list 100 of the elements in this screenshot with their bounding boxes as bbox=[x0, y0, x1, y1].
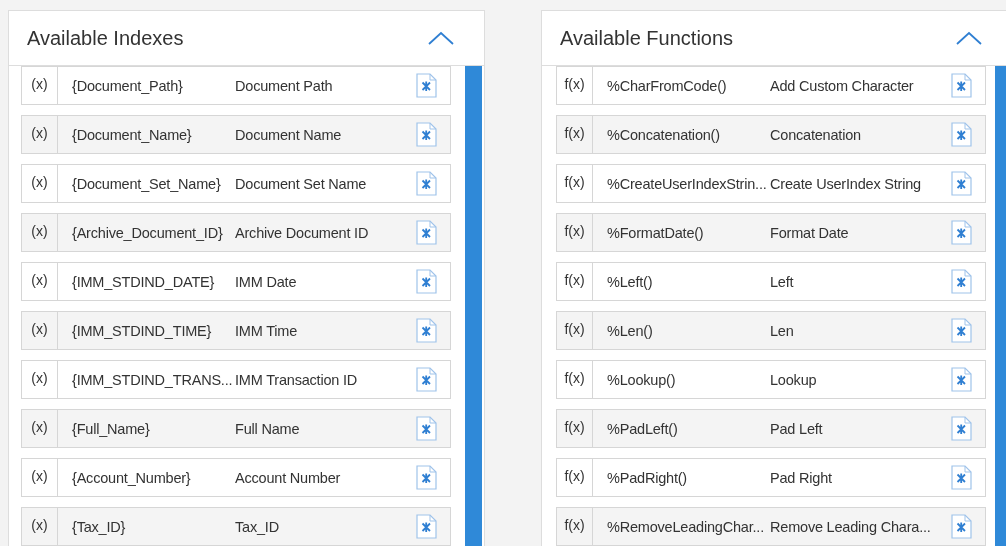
item-description: Format Date bbox=[770, 224, 850, 241]
list-item[interactable]: (x) {Document_Set_Name} Document Set Name bbox=[21, 164, 451, 203]
item-description: Account Number bbox=[235, 469, 342, 486]
item-name: {Archive_Document_ID} bbox=[72, 224, 224, 241]
item-description: Pad Right bbox=[770, 469, 833, 486]
insert-button[interactable] bbox=[951, 318, 972, 343]
insert-button[interactable] bbox=[951, 122, 972, 147]
document-x-icon bbox=[416, 122, 437, 147]
document-x-icon bbox=[416, 171, 437, 196]
list-item[interactable]: (x) {IMM_STDIND_DATE} IMM Date bbox=[21, 262, 451, 301]
item-name: %FormatDate() bbox=[607, 224, 705, 241]
item-name: %CreateUserIndexStrin... bbox=[607, 175, 768, 192]
document-x-icon bbox=[951, 514, 972, 539]
document-x-icon bbox=[416, 367, 437, 392]
item-name: %PadLeft() bbox=[607, 420, 679, 437]
item-name: %PadRight() bbox=[607, 469, 688, 486]
insert-button[interactable] bbox=[416, 514, 437, 539]
item-name: {Document_Set_Name} bbox=[72, 175, 222, 192]
item-description: Left bbox=[770, 273, 795, 290]
item-description: IMM Time bbox=[235, 322, 299, 339]
document-x-icon bbox=[416, 514, 437, 539]
item-name: %CharFromCode() bbox=[607, 77, 728, 94]
document-x-icon bbox=[951, 465, 972, 490]
list-item[interactable]: (x) {IMM_STDIND_TIME} IMM Time bbox=[21, 311, 451, 350]
list-item[interactable]: f(x) %CharFromCode() Add Custom Character bbox=[556, 66, 986, 105]
item-name: {Document_Path} bbox=[72, 77, 184, 94]
item-description: Len bbox=[770, 322, 795, 339]
item-description: Document Path bbox=[235, 77, 334, 94]
document-x-icon bbox=[951, 318, 972, 343]
item-description: Lookup bbox=[770, 371, 818, 388]
list-item[interactable]: f(x) %Lookup() Lookup bbox=[556, 360, 986, 399]
item-description: Tax_ID bbox=[235, 518, 280, 535]
document-x-icon bbox=[951, 73, 972, 98]
panel-title: Available Functions bbox=[560, 26, 734, 50]
list-item[interactable]: (x) {Tax_ID} Tax_ID bbox=[21, 507, 451, 546]
item-description: IMM Date bbox=[235, 273, 298, 290]
item-description: Pad Left bbox=[770, 420, 824, 437]
item-name: {IMM_STDIND_TIME} bbox=[72, 322, 213, 339]
insert-button[interactable] bbox=[951, 367, 972, 392]
list-item[interactable]: (x) {Account_Number} Account Number bbox=[21, 458, 451, 497]
item-name: {Full_Name} bbox=[72, 420, 151, 437]
item-description: Add Custom Character bbox=[770, 77, 915, 94]
list-item[interactable]: f(x) %Concatenation() Concatenation bbox=[556, 115, 986, 154]
panel-title: Available Indexes bbox=[27, 26, 184, 50]
insert-button[interactable] bbox=[951, 220, 972, 245]
list-item[interactable]: (x) {Archive_Document_ID} Archive Document ID bbox=[21, 213, 451, 252]
document-x-icon bbox=[416, 220, 437, 245]
insert-button[interactable] bbox=[416, 73, 437, 98]
insert-button[interactable] bbox=[416, 269, 437, 294]
item-description: Document Name bbox=[235, 126, 343, 143]
document-x-icon bbox=[951, 122, 972, 147]
insert-button[interactable] bbox=[951, 514, 972, 539]
scrollbar[interactable] bbox=[465, 66, 482, 546]
document-x-icon bbox=[416, 269, 437, 294]
item-name: %Lookup() bbox=[607, 371, 677, 388]
collapse-chevron-button[interactable] bbox=[428, 31, 454, 45]
document-x-icon bbox=[416, 318, 437, 343]
insert-button[interactable] bbox=[416, 367, 437, 392]
list-item[interactable]: f(x) %Left() Left bbox=[556, 262, 986, 301]
document-x-icon bbox=[951, 416, 972, 441]
list-item[interactable]: f(x) %RemoveLeadingChar... Remove Leading Chara... bbox=[556, 507, 986, 546]
item-description: Full Name bbox=[235, 420, 301, 437]
document-x-icon bbox=[416, 416, 437, 441]
list-item[interactable]: (x) {Document_Path} Document Path bbox=[21, 66, 451, 105]
insert-button[interactable] bbox=[951, 269, 972, 294]
insert-button[interactable] bbox=[416, 465, 437, 490]
insert-button[interactable] bbox=[951, 465, 972, 490]
item-description: Concatenation bbox=[770, 126, 862, 143]
list-item[interactable]: f(x) %CreateUserIndexStrin... Create UserIndex String bbox=[556, 164, 986, 203]
list-item[interactable]: f(x) %PadLeft() Pad Left bbox=[556, 409, 986, 448]
item-name: {Account_Number} bbox=[72, 469, 192, 486]
item-description: Remove Leading Chara... bbox=[770, 518, 932, 535]
item-name: %Concatenation() bbox=[607, 126, 721, 143]
item-description: Document Set Name bbox=[235, 175, 368, 192]
item-name: %RemoveLeadingChar... bbox=[607, 518, 765, 535]
document-x-icon bbox=[951, 171, 972, 196]
insert-button[interactable] bbox=[951, 171, 972, 196]
list-item[interactable]: (x) {Document_Name} Document Name bbox=[21, 115, 451, 154]
insert-button[interactable] bbox=[416, 416, 437, 441]
insert-button[interactable] bbox=[416, 122, 437, 147]
insert-button[interactable] bbox=[951, 73, 972, 98]
insert-button[interactable] bbox=[416, 220, 437, 245]
document-x-icon bbox=[951, 367, 972, 392]
item-name: {IMM_STDIND_DATE} bbox=[72, 273, 216, 290]
list-item[interactable]: f(x) %FormatDate() Format Date bbox=[556, 213, 986, 252]
list-item[interactable]: f(x) %PadRight() Pad Right bbox=[556, 458, 986, 497]
item-name: {IMM_STDIND_TRANS... bbox=[72, 371, 234, 388]
list-item[interactable]: (x) {Full_Name} Full Name bbox=[21, 409, 451, 448]
list-item[interactable]: f(x) %Len() Len bbox=[556, 311, 986, 350]
list-item[interactable]: (x) {IMM_STDIND_TRANS... IMM Transaction ID bbox=[21, 360, 451, 399]
item-name: %Left() bbox=[607, 273, 654, 290]
collapse-chevron-button[interactable] bbox=[956, 31, 982, 45]
document-x-icon bbox=[951, 220, 972, 245]
insert-button[interactable] bbox=[951, 416, 972, 441]
insert-button[interactable] bbox=[416, 318, 437, 343]
document-x-icon bbox=[416, 465, 437, 490]
item-description: Archive Document ID bbox=[235, 224, 370, 241]
item-description: IMM Transaction ID bbox=[235, 371, 359, 388]
document-x-icon bbox=[951, 269, 972, 294]
insert-button[interactable] bbox=[416, 171, 437, 196]
